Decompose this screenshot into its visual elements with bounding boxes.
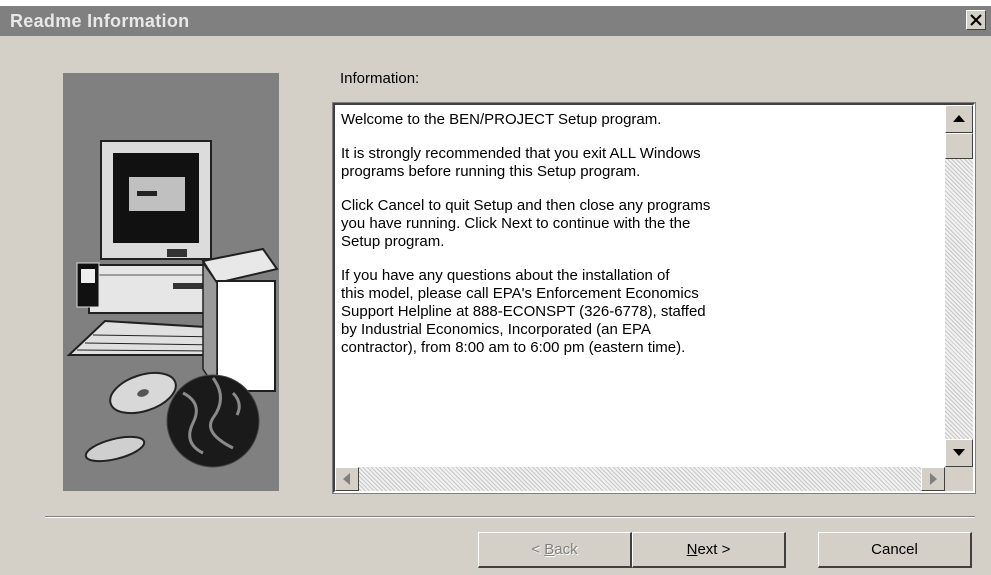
scroll-thumb[interactable] (945, 133, 973, 159)
readme-textbox[interactable]: Welcome to the BEN/PROJECT Setup program… (332, 102, 976, 494)
scroll-up-button[interactable] (945, 105, 973, 133)
next-button-accel: N (686, 541, 698, 558)
readme-dialog: Readme Information Information: Welcome … (0, 6, 991, 575)
cancel-button-label: Cancel (871, 541, 918, 558)
scroll-right-icon (930, 473, 937, 485)
next-button[interactable]: Next > (632, 532, 786, 568)
scroll-left-button[interactable] (335, 467, 359, 491)
computer-illustration (66, 140, 279, 468)
separator (45, 516, 975, 518)
back-button-rest: ack (554, 541, 578, 558)
cancel-button[interactable]: Cancel (818, 532, 972, 568)
back-button-prefix: < (531, 541, 545, 558)
readme-paragraph: If you have any questions about the inst… (341, 267, 706, 356)
setup-illustration (63, 73, 279, 491)
scroll-down-button[interactable] (945, 439, 973, 467)
close-button[interactable] (966, 10, 986, 30)
title-bar: Readme Information (0, 6, 991, 36)
back-button-accel: B (544, 541, 555, 558)
close-icon (970, 14, 982, 26)
scroll-left-icon (343, 473, 350, 485)
vertical-scrollbar[interactable] (945, 105, 973, 467)
readme-paragraph: Welcome to the BEN/PROJECT Setup program… (341, 111, 662, 128)
scroll-right-button[interactable] (921, 467, 945, 491)
readme-paragraph: Click Cancel to quit Setup and then clos… (341, 197, 711, 250)
readme-paragraph: It is strongly recommended that you exit… (341, 145, 701, 180)
horizontal-scrollbar[interactable] (335, 467, 945, 491)
scroll-corner (945, 467, 973, 491)
scroll-up-icon (953, 115, 965, 122)
back-button[interactable]: < Back (478, 532, 632, 568)
next-button-rest: ext > (697, 541, 731, 558)
information-label: Information: (340, 70, 420, 87)
readme-text: Welcome to the BEN/PROJECT Setup program… (341, 111, 941, 373)
window-title: Readme Information (10, 11, 190, 31)
scroll-down-icon (953, 449, 965, 456)
